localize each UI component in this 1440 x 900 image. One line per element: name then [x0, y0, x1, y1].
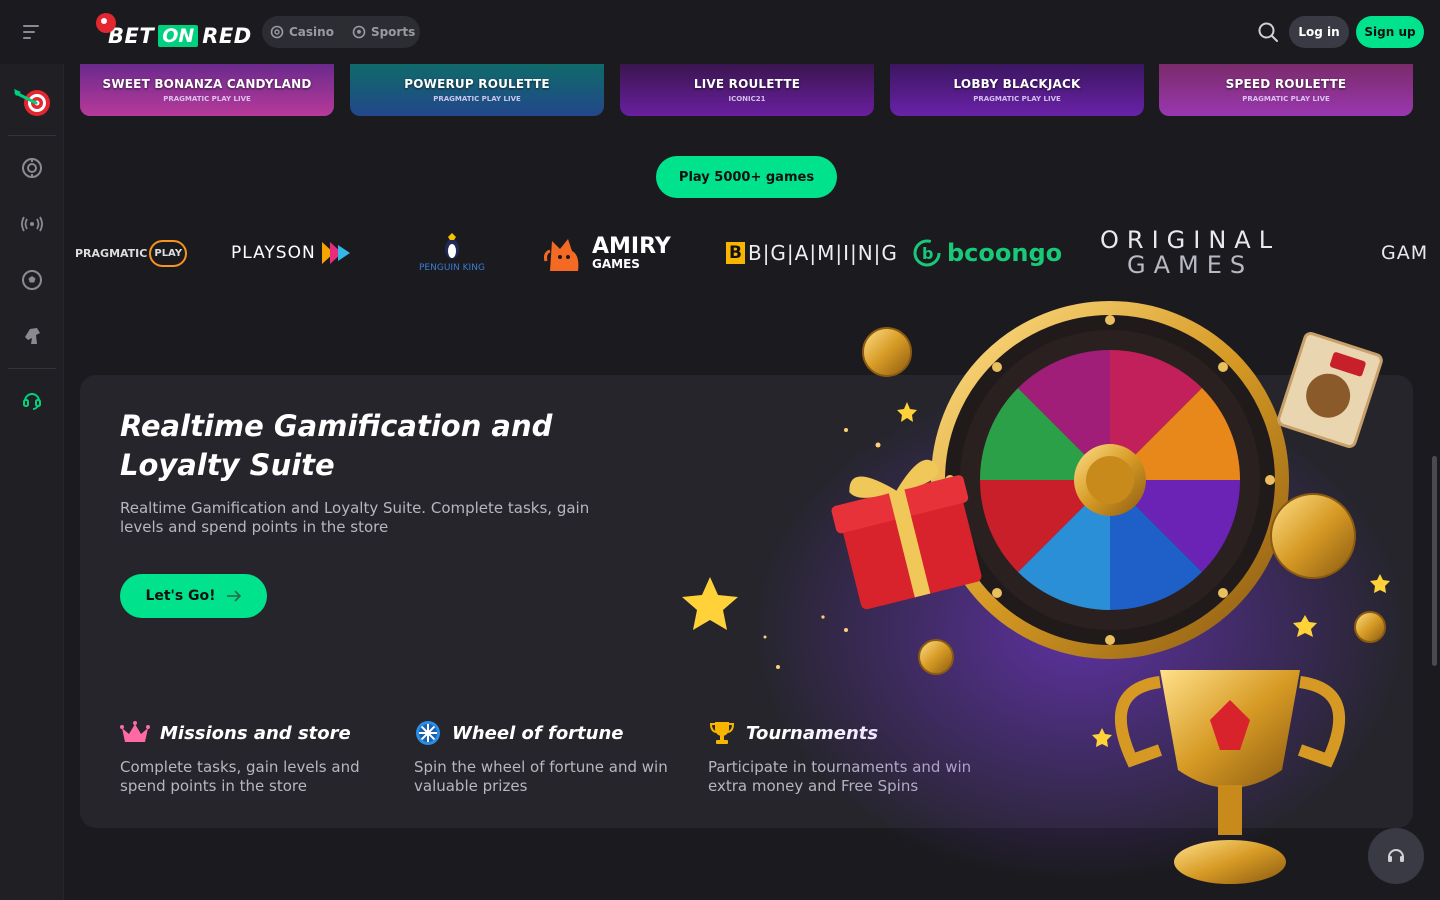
top-header: BET ON RED Casino Sports Log in Sign up: [0, 0, 1440, 64]
roulette-ball-icon: [96, 13, 116, 33]
provider-name: bcoongo: [947, 239, 1063, 267]
provider-suffix: PLAY: [149, 239, 188, 267]
sidebar-item-live[interactable]: [0, 204, 64, 244]
game-title: SWEET BONANZA CANDYLAND: [102, 77, 312, 91]
provider-logo-pragmatic[interactable]: PRAGMATIC PLAY: [75, 218, 188, 288]
provider-name: ORIGINAL: [1100, 225, 1281, 254]
bgaming-b-icon: B: [726, 242, 745, 264]
feature-wheel: Wheel of fortune Spin the wheel of fortu…: [414, 718, 694, 796]
game-provider: PRAGMATIC PLAY LIVE: [1242, 95, 1330, 103]
horse-head-icon: [25, 328, 40, 344]
playson-arrows-icon: [321, 242, 350, 264]
provider-sub: GAMES: [592, 257, 640, 271]
lets-go-button[interactable]: Let's Go!: [120, 574, 267, 618]
casino-chip-icon: [270, 25, 284, 39]
page-scrollbar[interactable]: [1432, 456, 1437, 666]
provider-sub: GAMES: [1126, 251, 1254, 279]
feature-text: Participate in tournaments and win extra…: [708, 758, 972, 795]
game-card[interactable]: SWEET BONANZA CANDYLAND PRAGMATIC PLAY L…: [80, 64, 334, 116]
logo-text-bet: BET: [108, 24, 155, 48]
provider-logo-penguin-king[interactable]: PENGUIN KING: [419, 218, 485, 288]
game-provider: ICONIC21: [728, 95, 766, 103]
sidebar-item-horse-racing[interactable]: [0, 316, 64, 356]
sidebar-divider: [8, 368, 56, 369]
play-all-games-button[interactable]: Play 5000+ games: [656, 156, 837, 198]
featured-games-row: SWEET BONANZA CANDYLAND PRAGMATIC PLAY L…: [80, 64, 1413, 116]
sidebar-item-darts[interactable]: [0, 80, 64, 124]
search-icon: [1258, 22, 1278, 42]
provider-name: PLAYSON: [231, 243, 316, 263]
feature-text: Complete tasks, gain levels and spend po…: [120, 758, 360, 795]
amiry-cat-icon: [544, 239, 579, 271]
mode-casino-label: Casino: [289, 25, 334, 39]
crown-icon: [120, 721, 150, 742]
logo-text-red: RED: [202, 24, 252, 48]
game-card[interactable]: LIVE ROULETTE ICONIC21: [620, 64, 874, 116]
game-provider: PRAGMATIC PLAY LIVE: [973, 95, 1061, 103]
lets-go-label: Let's Go!: [145, 588, 216, 604]
sidebar-item-casino[interactable]: [0, 148, 64, 188]
sidebar-divider: [8, 135, 56, 136]
menu-icon: [23, 25, 39, 39]
soccer-ball-icon: [352, 25, 366, 39]
penguin-icon: [444, 233, 459, 259]
loyalty-title: Realtime Gamification and Loyalty Suite: [120, 409, 553, 482]
provider-name: PRAGMATIC: [75, 246, 148, 260]
soccer-ball-icon: [22, 270, 42, 290]
feature-missions: Missions and store Complete tasks, gain …: [120, 718, 400, 796]
game-title: POWERUP ROULETTE: [404, 77, 550, 91]
provider-name: GAM: [1381, 242, 1429, 264]
loyalty-description: Realtime Gamification and Loyalty Suite.…: [120, 499, 590, 536]
signup-button[interactable]: Sign up: [1356, 16, 1424, 48]
live-broadcast-icon: [21, 216, 43, 232]
mode-sports-label: Sports: [370, 25, 416, 39]
logo-text-on: ON: [158, 25, 199, 47]
game-card[interactable]: LOBBY BLACKJACK PRAGMATIC PLAY LIVE: [890, 64, 1144, 116]
sidebar-item-support[interactable]: [0, 380, 64, 420]
wheel-icon: [416, 721, 440, 745]
game-title: SPEED ROULETTE: [1225, 77, 1347, 91]
provider-logo-amiry[interactable]: AMIRY GAMES: [544, 218, 671, 288]
mode-switch: Casino Sports: [262, 16, 420, 48]
mode-sports-button[interactable]: Sports: [352, 25, 415, 39]
darts-icon: [14, 89, 50, 116]
live-support-button[interactable]: [1368, 828, 1424, 884]
search-button[interactable]: [1256, 20, 1280, 44]
provider-logo-bgaming[interactable]: B B|G|A|M|I|N|G: [726, 218, 898, 288]
provider-name: B|G|A|M|I|N|G: [747, 241, 898, 265]
sidebar: [0, 64, 64, 900]
menu-toggle-button[interactable]: [0, 0, 64, 64]
support-headset-icon: [1388, 849, 1404, 862]
booongo-b-icon: b: [913, 239, 941, 267]
provider-name: AMIRY: [592, 234, 671, 259]
provider-name: PENGUIN KING: [419, 263, 485, 273]
site-logo[interactable]: BET ON RED: [96, 12, 252, 52]
game-card[interactable]: POWERUP ROULETTE PRAGMATIC PLAY LIVE: [350, 64, 604, 116]
svg-text:b: b: [922, 244, 933, 263]
feature-text: Spin the wheel of fortune and win valuab…: [414, 758, 668, 795]
feature-tournaments: Tournaments Participate in tournaments a…: [708, 718, 988, 796]
casino-chip-icon: [22, 158, 42, 178]
trophy-icon: [709, 722, 735, 744]
game-provider: PRAGMATIC PLAY LIVE: [433, 95, 521, 103]
feature-title: Wheel of fortune: [452, 722, 624, 744]
loyalty-suite-panel: Realtime Gamification and Loyalty Suite …: [80, 375, 1413, 828]
game-provider: PRAGMATIC PLAY LIVE: [163, 95, 251, 103]
game-title: LIVE ROULETTE: [693, 77, 801, 91]
provider-logo-gam[interactable]: GAM: [1381, 218, 1428, 288]
sidebar-item-sports[interactable]: [0, 260, 64, 300]
feature-title: Missions and store: [160, 722, 351, 744]
provider-logo-booongo[interactable]: b bcoongo: [912, 218, 1062, 288]
providers-strip: PRAGMATIC PLAY PLAYSON PENGUIN KING AMIR…: [64, 218, 1440, 288]
mode-casino-button[interactable]: Casino: [270, 25, 334, 39]
provider-logo-original-games[interactable]: ORIGINAL GAMES: [1100, 218, 1280, 288]
login-button[interactable]: Log in: [1289, 16, 1349, 48]
support-headset-icon: [23, 393, 41, 410]
provider-logo-playson[interactable]: PLAYSON: [231, 218, 352, 288]
game-card[interactable]: SPEED ROULETTE PRAGMATIC PLAY LIVE: [1159, 64, 1413, 116]
arrow-right-icon: [226, 590, 241, 602]
feature-title: Tournaments: [746, 722, 879, 744]
game-title: LOBBY BLACKJACK: [953, 77, 1081, 91]
